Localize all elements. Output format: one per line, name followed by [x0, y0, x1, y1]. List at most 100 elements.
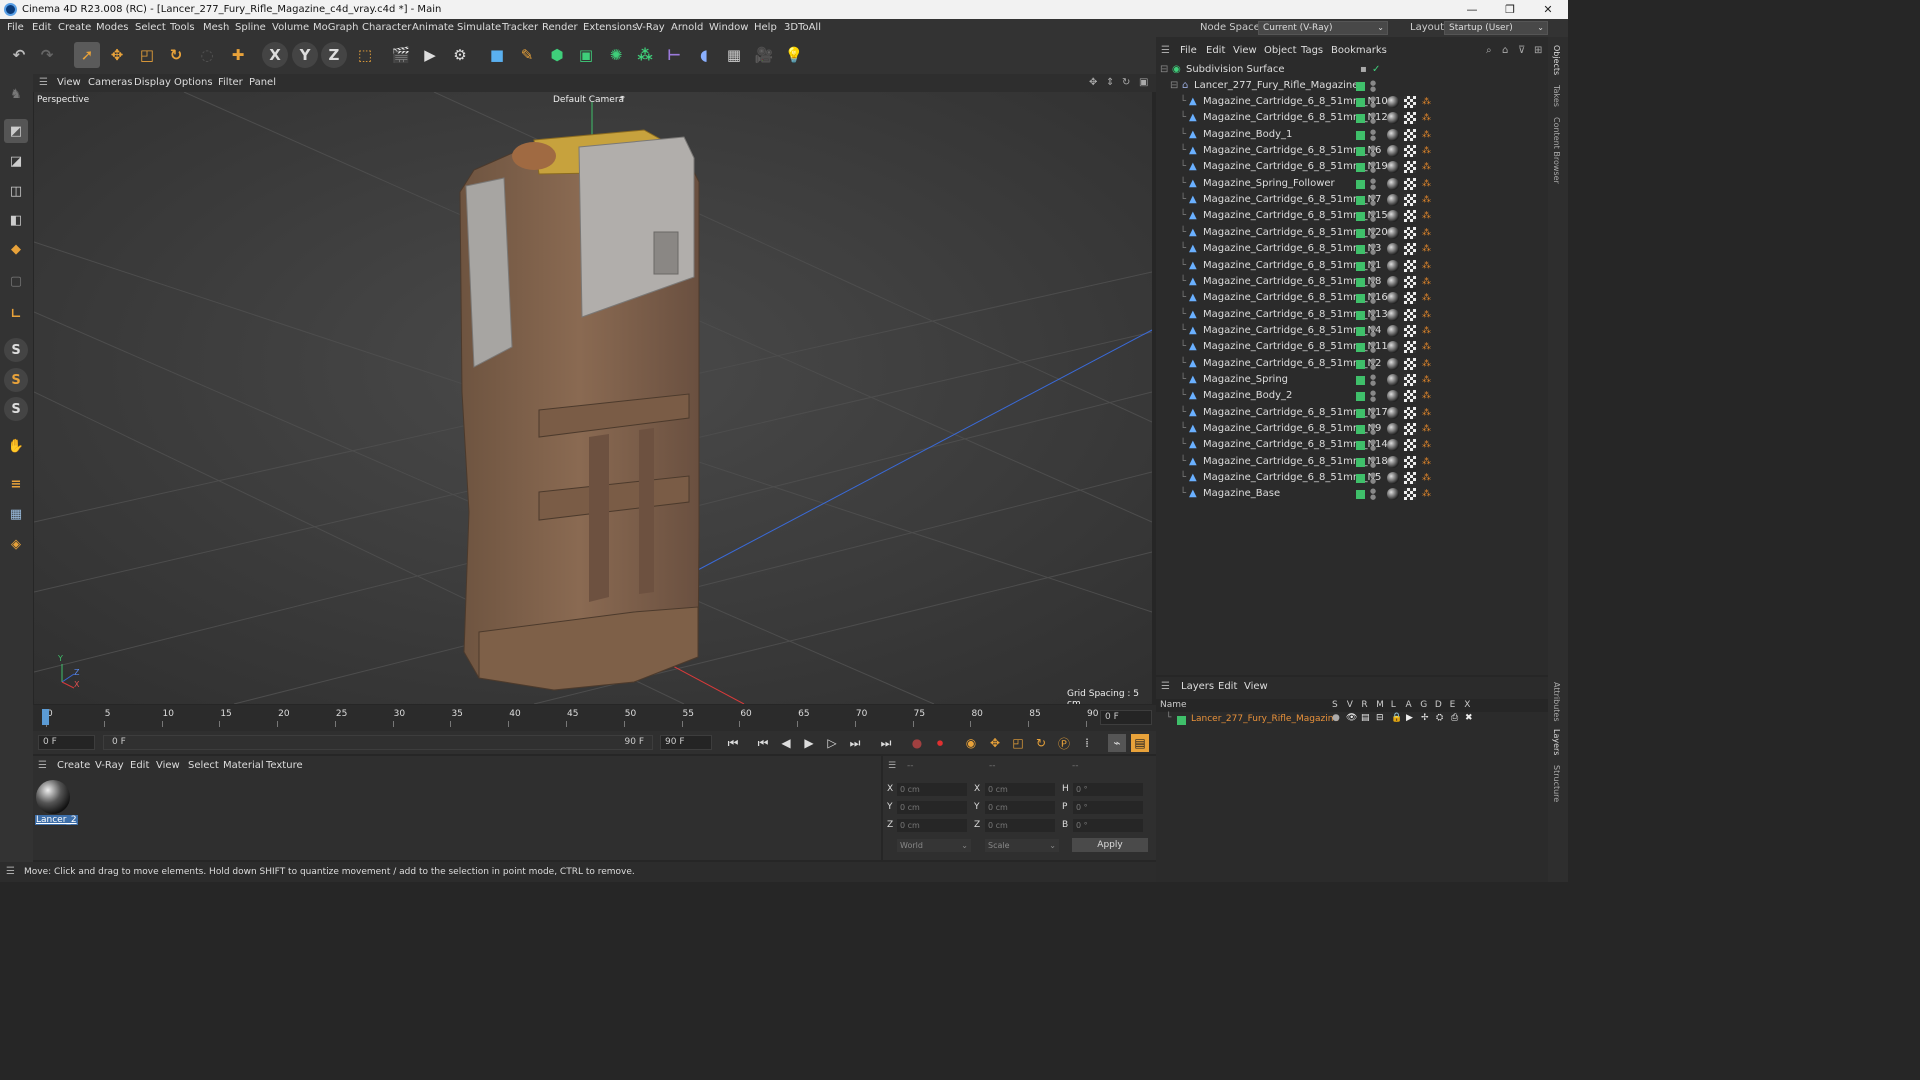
visibility-dots[interactable]: ● ● [1370, 226, 1376, 239]
material-tag-icon[interactable] [1387, 96, 1399, 108]
material-tag-icon[interactable] [1387, 194, 1399, 207]
material-tag-icon[interactable] [1387, 439, 1399, 452]
end-frame-field[interactable]: 90 F [660, 735, 712, 750]
visibility-dots[interactable]: ● ● [1370, 423, 1376, 436]
menu-3dtoall[interactable]: 3DToAll [784, 19, 821, 37]
object-row[interactable]: └ ▲ Magazine_Cartridge_6_8_51mm_N19 ● ● ⁂ [1156, 159, 1548, 175]
object-row[interactable]: └ ▲ Magazine_Cartridge_6_8_51mm_N6 ● ● ⁂ [1156, 143, 1548, 159]
layer-flag-header[interactable]: M [1376, 700, 1384, 710]
layout-dropdown[interactable]: Startup (User) ⌄ [1444, 21, 1548, 35]
hamburger-icon[interactable]: ☰ [1161, 681, 1170, 692]
object-row[interactable]: └ ▲ Magazine_Cartridge_6_8_51mm_N8 ● ● ⁂ [1156, 274, 1548, 290]
layer-menu-layers[interactable]: Layers [1181, 681, 1214, 692]
vray-tag-icon[interactable]: ⁂ [1422, 113, 1431, 123]
layer-menu-edit[interactable]: Edit [1218, 681, 1237, 692]
solo-icon[interactable]: ◈ [4, 532, 28, 556]
timeline-window-icon[interactable]: ▤ [1131, 734, 1149, 752]
key-rotation-icon[interactable]: ↻ [1032, 734, 1050, 752]
uvw-tag-icon[interactable] [1404, 357, 1416, 370]
layer-color-swatch[interactable] [1356, 163, 1365, 173]
visibility-dots[interactable]: ● ● [1370, 324, 1376, 337]
uvw-tag-icon[interactable] [1404, 96, 1416, 108]
vray-tag-icon[interactable]: ⁂ [1422, 179, 1431, 189]
rotate-view-icon[interactable]: ↻ [1122, 74, 1130, 92]
layer-color-swatch[interactable] [1356, 326, 1365, 336]
object-row[interactable]: └ ▲ Magazine_Cartridge_6_8_51mm_N5 ● ● ⁂ [1156, 470, 1548, 486]
hamburger-icon[interactable]: ☰ [38, 760, 47, 771]
key-position-icon[interactable]: ✥ [986, 734, 1004, 752]
layer-color-swatch[interactable] [1356, 277, 1365, 287]
material-tag-icon[interactable] [1387, 324, 1399, 337]
material-menu-material[interactable]: Material [223, 760, 264, 771]
object-row[interactable]: └ ▲ Magazine_Cartridge_6_8_51mm_N3 ● ● ⁂ [1156, 241, 1548, 257]
grid-icon[interactable]: ▦ [4, 502, 28, 526]
expression-layer-icon[interactable]: ⎙ [1451, 713, 1458, 723]
uvw-tag-icon[interactable] [1404, 373, 1416, 386]
material-tag-icon[interactable] [1387, 390, 1399, 403]
uvw-mode-icon[interactable]: ▢ [4, 269, 28, 293]
cube-icon[interactable]: ■ [484, 42, 510, 68]
menu-window[interactable]: Window [709, 19, 748, 37]
layer-color-swatch[interactable] [1356, 82, 1365, 91]
hamburger-icon[interactable]: ☰ [888, 761, 896, 771]
vray-tag-icon[interactable]: ⁂ [1422, 424, 1431, 434]
vray-tag-icon[interactable]: ⁂ [1422, 408, 1431, 418]
object-row[interactable]: └ ▲ Magazine_Cartridge_6_8_51mm_N18 ● ● ⁂ [1156, 454, 1548, 470]
apply-button[interactable]: Apply [1072, 838, 1148, 852]
rot-h-field[interactable]: 0 ° [1073, 783, 1143, 796]
uvw-tag-icon[interactable] [1404, 145, 1416, 158]
object-menu-object[interactable]: Object [1264, 45, 1297, 56]
object-row-root[interactable]: ⊟ ◉ Subdivision Surface ▪ ✓ [1156, 62, 1548, 78]
visibility-dots[interactable]: ● ● [1370, 275, 1376, 288]
material-tag-icon[interactable] [1387, 373, 1399, 386]
vray-tag-icon[interactable]: ⁂ [1422, 489, 1431, 499]
quantize-icon[interactable]: S [4, 397, 28, 421]
viewport-menu-filter[interactable]: Filter [218, 74, 243, 92]
layer-color-swatch[interactable] [1356, 310, 1365, 320]
visibility-dots[interactable]: ● ● [1370, 243, 1376, 256]
object-row[interactable]: └ ▲ Magazine_Spring_Follower ● ● ⁂ [1156, 176, 1548, 192]
tab-layers[interactable]: Layers [1552, 729, 1561, 755]
tab-structure[interactable]: Structure [1552, 765, 1561, 802]
viewport-menu-options[interactable]: Options [174, 74, 213, 92]
add-object-icon[interactable]: ✚ [225, 42, 251, 68]
layer-flag-header[interactable]: V [1347, 700, 1353, 710]
y-axis-icon[interactable]: Y [292, 42, 318, 68]
layer-row[interactable]: └ Lancer_277_Fury_Rifle_Magazine ● 👁 ▤ ⊟… [1156, 713, 1548, 727]
visibility-dots[interactable]: ● ● [1370, 373, 1376, 386]
object-row[interactable]: └ ▲ Magazine_Cartridge_6_8_51mm_N16 ● ● ⁂ [1156, 290, 1548, 306]
uvw-tag-icon[interactable] [1404, 275, 1416, 288]
layer-color-swatch[interactable] [1356, 98, 1365, 107]
coordinate-system-dropdown[interactable]: World ⌄ [897, 839, 971, 852]
object-row[interactable]: └ ▲ Magazine_Cartridge_6_8_51mm_N1 ● ● ⁂ [1156, 258, 1548, 274]
material-tag-icon[interactable] [1387, 472, 1399, 485]
menu-tracker[interactable]: Tracker [502, 19, 538, 37]
deformer-icon[interactable]: ⊢ [661, 42, 687, 68]
tab-attributes[interactable]: Attributes [1552, 682, 1561, 722]
visibility-dots[interactable]: ● ● [1370, 80, 1376, 93]
layer-color-swatch[interactable] [1356, 196, 1365, 206]
material-tag-icon[interactable] [1387, 210, 1399, 223]
uvw-tag-icon[interactable] [1404, 243, 1416, 256]
select-tool-icon[interactable]: ➚ [74, 42, 100, 68]
layer-flag-header[interactable]: E [1450, 700, 1456, 710]
size-x-field[interactable]: 0 cm [985, 783, 1055, 796]
visibility-dots[interactable]: ● ● [1370, 112, 1376, 125]
uvw-tag-icon[interactable] [1404, 439, 1416, 452]
key-pla-icon[interactable]: ⁞ [1078, 734, 1096, 752]
collapse-icon[interactable]: ⊟ [1160, 62, 1168, 78]
zoom-view-icon[interactable]: ⇕ [1106, 74, 1114, 92]
subdivision-icon[interactable]: ⬢ [544, 42, 570, 68]
material-tag-icon[interactable] [1387, 488, 1399, 501]
axis-mode-icon[interactable]: ∟ [4, 302, 28, 326]
vray-tag-icon[interactable]: ⁂ [1422, 342, 1431, 352]
visibility-dots[interactable]: ● ● [1370, 292, 1376, 305]
vray-tag-icon[interactable]: ⁂ [1422, 457, 1431, 467]
material-tag-icon[interactable] [1387, 308, 1399, 321]
maximize-button[interactable]: ❐ [1490, 0, 1530, 19]
eye-icon[interactable]: 👁 [1346, 713, 1357, 723]
material-menu-select[interactable]: Select [188, 760, 219, 771]
material-tag-icon[interactable] [1387, 341, 1399, 354]
mograph-icon[interactable]: ⁂ [632, 42, 658, 68]
menu-file[interactable]: File [7, 19, 24, 37]
